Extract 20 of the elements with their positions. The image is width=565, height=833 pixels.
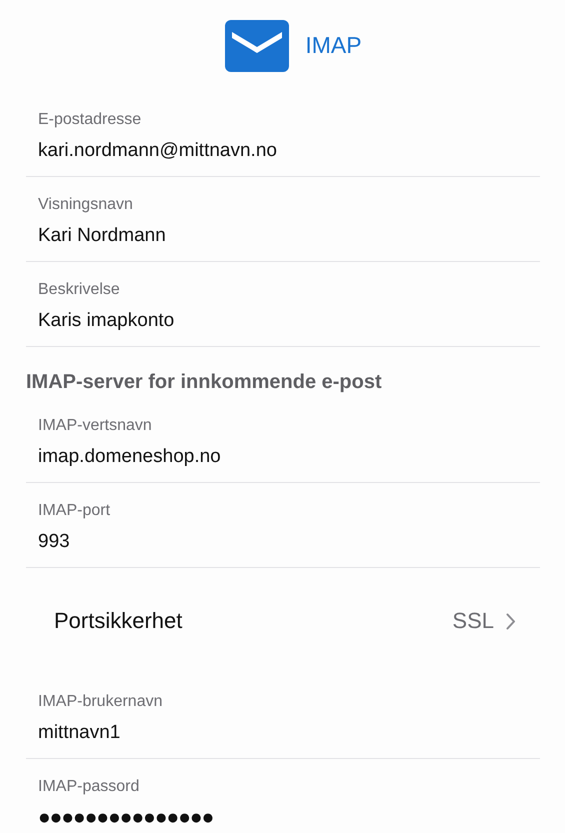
chevron-icon [506, 612, 516, 630]
text-field[interactable]: Kari Nordmann [38, 224, 166, 248]
text-field[interactable]: Karis imapkonto [38, 309, 174, 333]
text-field[interactable]: mittnavn1 [38, 721, 120, 745]
text-field[interactable]: kari.nordmann@mittnavn.no [38, 139, 277, 163]
field-label: Visningsnavn [38, 195, 133, 215]
password-field[interactable]: ●●●●●●●●●●●●●●● [38, 806, 214, 830]
setting-value[interactable]: SSL [452, 608, 494, 634]
setting-label[interactable]: Portsikkerhet [54, 608, 452, 634]
field-label: IMAP-passord [38, 777, 140, 797]
text-field[interactable]: 993 [38, 530, 70, 554]
field-label: IMAP-brukernavn [38, 692, 162, 712]
text-field[interactable]: imap.domeneshop.no [38, 445, 221, 469]
field-label: IMAP-port [38, 501, 110, 521]
field-label: Beskrivelse [38, 280, 120, 300]
account-type-title: IMAP [305, 32, 362, 58]
field-label: IMAP-vertsnavn [38, 416, 152, 436]
field-label: E-postadresse [38, 110, 142, 130]
envelope-icon [225, 20, 290, 72]
section-heading: IMAP-server for innkommende e-post [25, 370, 383, 395]
